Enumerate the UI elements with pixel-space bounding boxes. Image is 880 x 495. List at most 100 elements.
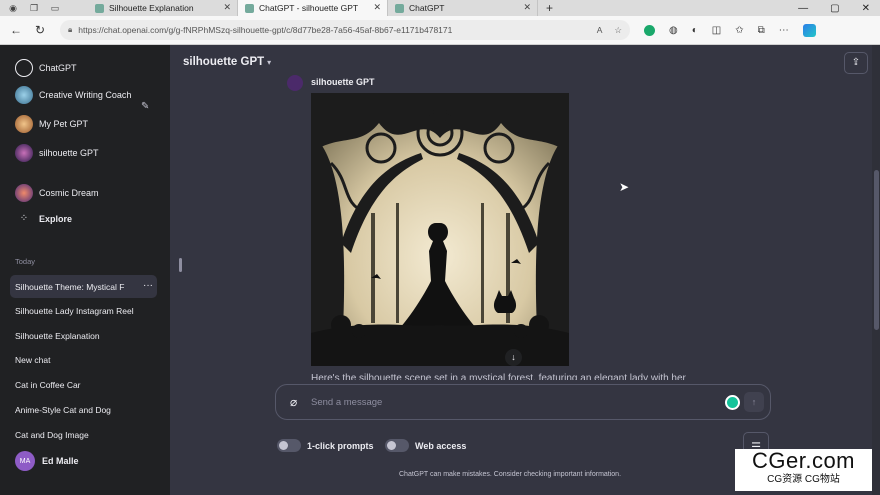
history-item-active[interactable]: Silhouette Theme: Mystical F ··· bbox=[10, 275, 157, 298]
history-item[interactable]: Cat in Coffee Car bbox=[15, 380, 155, 390]
sidebar-item-chatgpt[interactable]: ChatGPT bbox=[15, 59, 77, 77]
download-icon: ↓ bbox=[511, 352, 516, 362]
close-icon[interactable]: ✕ bbox=[523, 2, 531, 13]
tab-strip-icons: ◉ ❐ ▭ bbox=[0, 3, 88, 13]
sidebar-collapse-handle[interactable] bbox=[179, 258, 182, 272]
send-button[interactable]: ↑ bbox=[744, 392, 764, 412]
more-options-icon[interactable]: ⋯ bbox=[779, 25, 789, 36]
new-chat-edit-icon[interactable]: ✎ bbox=[141, 101, 149, 112]
split-screen-icon[interactable]: ◫ bbox=[712, 25, 721, 36]
sidebar-item-label: My Pet GPT bbox=[39, 119, 89, 129]
extension-icon[interactable]: ◐ bbox=[692, 25, 698, 36]
minimize-icon[interactable]: — bbox=[798, 3, 808, 14]
download-button[interactable]: ↓ bbox=[505, 349, 522, 366]
sidebar-item-label: ChatGPT bbox=[39, 63, 77, 73]
workspaces-icon[interactable]: ❐ bbox=[29, 3, 39, 13]
grammarly-icon[interactable] bbox=[644, 24, 655, 36]
refresh-icon[interactable]: ↻ bbox=[32, 23, 48, 37]
sidebar-item-silhouette-gpt[interactable]: silhouette GPT bbox=[15, 144, 99, 162]
openai-favicon-icon bbox=[395, 3, 404, 13]
sidebar-item-cosmic-dream[interactable]: Cosmic Dream bbox=[15, 184, 99, 202]
browser-extensions: ◍ ◐ ◫ ✩ ⧉ ⋯ bbox=[644, 23, 816, 37]
history-item[interactable]: Cat and Dog Image bbox=[15, 430, 155, 440]
writing-coach-avatar-icon bbox=[15, 86, 33, 104]
tab-title: ChatGPT bbox=[409, 3, 445, 13]
close-icon[interactable]: ✕ bbox=[373, 2, 381, 13]
mouse-cursor-icon: ➤ bbox=[619, 180, 630, 194]
share-button[interactable]: ⇪ bbox=[844, 52, 868, 74]
page-title: silhouette GPT bbox=[183, 56, 265, 68]
address-bar: ← ↻ 🔒︎ https://chat.openai.com/g/g-fNRPh… bbox=[0, 16, 880, 45]
openai-favicon-icon bbox=[245, 3, 254, 13]
grammarly-icon[interactable] bbox=[725, 395, 740, 410]
pet-gpt-avatar-icon bbox=[15, 115, 33, 133]
url-field[interactable]: 🔒︎ https://chat.openai.com/g/g-fNRPhMSzq… bbox=[60, 20, 630, 40]
chevron-down-icon: ▾ bbox=[267, 58, 272, 67]
message-composer[interactable]: ⌀ Send a message ↑ bbox=[275, 384, 771, 420]
silhouette-forest-illustration bbox=[311, 93, 569, 366]
tab-title: ChatGPT - silhouette GPT bbox=[259, 3, 359, 13]
close-icon[interactable]: ✕ bbox=[223, 2, 231, 13]
web-access-toggle[interactable]: Web access bbox=[385, 439, 466, 452]
back-icon[interactable]: ← bbox=[8, 23, 24, 37]
scrollbar-thumb[interactable] bbox=[874, 170, 879, 330]
model-selector[interactable]: silhouette GPT ▾ bbox=[183, 56, 271, 68]
app-root: ◉ ❐ ▭ Silhouette Explanation ✕ ChatGPT -… bbox=[0, 0, 880, 495]
favorite-star-icon[interactable]: ☆ bbox=[614, 25, 622, 36]
tab-chatgpt[interactable]: ChatGPT ✕ bbox=[388, 0, 538, 16]
toggle-label: 1-click prompts bbox=[307, 440, 374, 451]
new-tab-button[interactable]: + bbox=[538, 1, 561, 15]
browser-tab-strip: ◉ ❐ ▭ Silhouette Explanation ✕ ChatGPT -… bbox=[0, 0, 880, 16]
cosmic-dream-avatar-icon bbox=[15, 184, 33, 202]
avatar: MA bbox=[15, 451, 35, 471]
arrow-up-icon: ↑ bbox=[751, 397, 757, 407]
watermark: CGer.com CG资源 CG物站 bbox=[735, 449, 872, 491]
sidebar-item-label: Cosmic Dream bbox=[39, 188, 99, 198]
one-click-prompts-toggle[interactable]: 1-click prompts bbox=[277, 439, 374, 452]
profile-icon[interactable]: ◉ bbox=[8, 3, 18, 13]
history-item-label: Silhouette Theme: Mystical F bbox=[15, 282, 125, 292]
explore-icon: ⁘ bbox=[19, 213, 29, 224]
history-item[interactable]: Anime-Style Cat and Dog bbox=[15, 405, 155, 415]
tab-silhouette-gpt[interactable]: ChatGPT - silhouette GPT ✕ bbox=[238, 0, 388, 16]
chatgpt-logo-icon bbox=[15, 59, 33, 77]
tab-title: Silhouette Explanation bbox=[109, 3, 194, 13]
attach-paperclip-icon[interactable]: ⌀ bbox=[290, 395, 297, 409]
openai-favicon-icon bbox=[95, 3, 104, 13]
watermark-line2: CG资源 CG物站 bbox=[767, 474, 840, 485]
lock-icon[interactable]: 🔒︎ bbox=[68, 25, 72, 35]
more-options-icon[interactable]: ··· bbox=[143, 280, 153, 291]
user-menu[interactable]: MA Ed Malle bbox=[15, 451, 79, 471]
message-input[interactable]: Send a message bbox=[311, 397, 382, 408]
silhouette-gpt-avatar-icon bbox=[15, 144, 33, 162]
history-item[interactable]: New chat bbox=[15, 355, 155, 365]
url-text: https://chat.openai.com/g/g-fNRPhMSzq-si… bbox=[78, 25, 453, 35]
collections-icon[interactable]: ⧉ bbox=[758, 25, 765, 36]
section-today-label: Today bbox=[15, 257, 36, 266]
toggle-switch[interactable] bbox=[277, 439, 301, 452]
disclaimer-text: ChatGPT can make mistakes. Consider chec… bbox=[399, 471, 622, 478]
sidebar-item-my-pet-gpt[interactable]: My Pet GPT bbox=[15, 115, 88, 133]
close-window-icon[interactable]: ✕ bbox=[862, 3, 870, 14]
sidebar bbox=[0, 45, 170, 495]
copilot-icon[interactable] bbox=[802, 23, 816, 37]
history-item[interactable]: Silhouette Lady Instagram Reel bbox=[15, 306, 155, 316]
sidebar-item-creative-writing-coach[interactable]: Creative Writing Coach bbox=[15, 86, 131, 104]
url-actions: A ☆ bbox=[597, 25, 622, 36]
bot-name: silhouette GPT bbox=[311, 77, 375, 87]
history-item[interactable]: Silhouette Explanation bbox=[15, 331, 155, 341]
sidebar-item-label: Explore bbox=[39, 213, 73, 224]
sidebar-item-explore[interactable]: ⁘ Explore bbox=[15, 213, 72, 224]
favorites-icon[interactable]: ✩ bbox=[735, 25, 743, 36]
watermark-line1: CGer.com bbox=[751, 448, 856, 473]
share-icon: ⇪ bbox=[851, 57, 861, 68]
window-controls: — ▢ ✕ bbox=[798, 3, 880, 14]
read-aloud-icon[interactable]: A bbox=[597, 25, 603, 36]
sidebar-item-label: silhouette GPT bbox=[39, 148, 99, 158]
extension-icon[interactable]: ◍ bbox=[669, 25, 678, 36]
toggle-switch[interactable] bbox=[385, 439, 409, 452]
tab-silhouette-explanation[interactable]: Silhouette Explanation ✕ bbox=[88, 0, 238, 16]
tab-actions-icon[interactable]: ▭ bbox=[50, 3, 60, 13]
maximize-icon[interactable]: ▢ bbox=[830, 3, 839, 14]
generated-silhouette-image[interactable] bbox=[311, 93, 569, 366]
